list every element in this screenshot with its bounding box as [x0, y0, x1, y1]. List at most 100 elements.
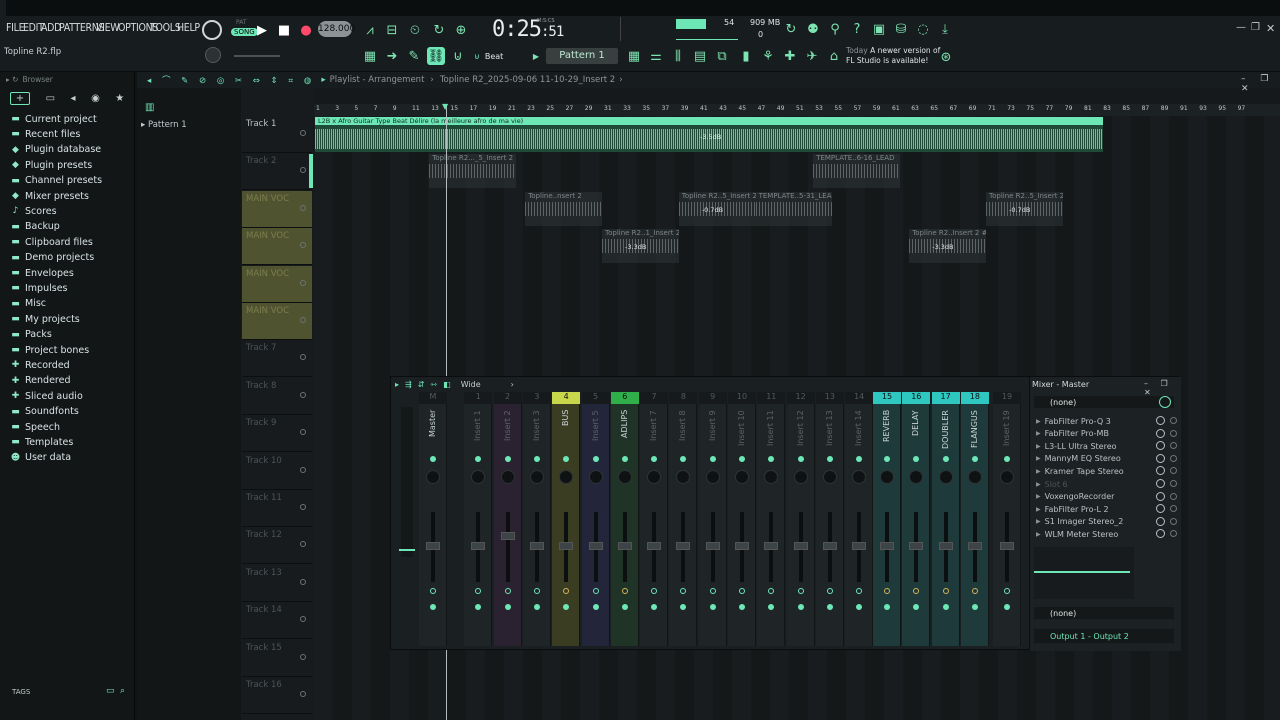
mixer-strip[interactable]: 5 Insert 5 — [581, 392, 610, 646]
pan-knob[interactable] — [500, 470, 515, 484]
pan-knob[interactable] — [647, 470, 662, 484]
link-icon[interactable]: ⛓ — [427, 47, 445, 65]
audio-clip[interactable]: Topline R2..Insert 2 #4 -3.3dB — [909, 229, 986, 264]
route-dot[interactable] — [563, 588, 570, 594]
pattern-picker-icon[interactable]: ▥ — [145, 102, 154, 113]
track-mute-dot[interactable] — [300, 541, 306, 548]
mixer-strip[interactable]: 11 Insert 11 — [757, 392, 786, 646]
browser-item-user-data[interactable]: ☻ User data — [10, 451, 71, 465]
effect-slot[interactable]: ▶ S1 Imager Stereo_2 — [1036, 516, 1176, 528]
pan-knob[interactable] — [426, 470, 440, 484]
play-button[interactable]: ▶ — [254, 22, 270, 38]
pattern-picker-item[interactable]: ▸ Pattern 1 — [141, 120, 187, 130]
mixer-strip-led[interactable] — [942, 456, 949, 462]
slot-mix-knob[interactable] — [1156, 491, 1165, 501]
slot-enable-led[interactable] — [1170, 417, 1177, 424]
piano-roll-icon[interactable]: ⚌ — [648, 48, 664, 64]
timeline-ruler[interactable]: 1 3 5 7 9 11 13 15 17 19 21 23 25 27 29 31 33 35 37 39 41 43 4… — [314, 104, 1280, 116]
effect-slot[interactable]: ▶ Kramer Tape Stereo — [1036, 465, 1176, 477]
browser-files-tab-icon[interactable]: ▭ — [46, 93, 55, 104]
slot-mix-knob[interactable] — [1156, 479, 1165, 488]
mixer-strip[interactable]: 9 Insert 9 — [698, 392, 727, 646]
audio-clip[interactable]: TEMPLATE..6-16_LEAD — [813, 154, 900, 189]
route-dot[interactable] — [739, 588, 745, 594]
send-dot[interactable] — [621, 604, 628, 610]
route-dot[interactable] — [592, 588, 599, 594]
pat-song-toggle[interactable] — [202, 20, 222, 40]
browser-item-my-projects[interactable]: ▬ My projects — [10, 312, 80, 326]
restore-button[interactable]: ❐ — [1251, 22, 1260, 33]
route-dot[interactable] — [621, 588, 628, 594]
browser-item-recorded[interactable]: ✚ Recorded — [10, 358, 70, 372]
mixer-strip[interactable]: 18 FLANGUS — [960, 392, 989, 646]
browser-item-rendered[interactable]: ✚ Rendered — [10, 374, 71, 388]
track-header[interactable]: Track 13 — [242, 565, 312, 602]
download-icon[interactable]: ⤓ — [937, 21, 953, 37]
volume-fader-handle[interactable] — [764, 542, 779, 550]
volume-fader-handle[interactable] — [529, 542, 544, 550]
channel-rack-icon[interactable]: ▦ — [626, 48, 642, 64]
send-dot[interactable] — [971, 604, 978, 610]
mixer-strip[interactable]: 2 Insert 2 — [493, 392, 522, 646]
browser-item-scores[interactable]: ♪ Scores — [10, 204, 57, 218]
send-dot[interactable] — [533, 604, 540, 610]
stereo-arrow-icon[interactable]: › — [511, 380, 514, 389]
menu-view[interactable]: VIEW — [96, 22, 120, 34]
track-header[interactable]: MAIN VOC — [242, 265, 312, 303]
playlist-file-arrow-icon[interactable]: › — [619, 75, 622, 85]
volume-fader-handle[interactable] — [471, 542, 486, 550]
send-dot[interactable] — [913, 604, 920, 610]
route-dot[interactable] — [797, 588, 804, 594]
track-mute-dot[interactable] — [300, 616, 306, 623]
master-volume-knob[interactable] — [205, 47, 221, 63]
touch-icon[interactable]: ⚘ — [760, 48, 776, 64]
playlist-arrow-icon[interactable]: ▸ — [321, 75, 325, 85]
volume-fader-handle[interactable] — [938, 542, 953, 550]
track-mute-dot[interactable] — [300, 578, 306, 585]
mixer-strip[interactable]: 3 Insert 3 — [522, 392, 551, 646]
send-dot[interactable] — [739, 604, 745, 610]
pan-knob[interactable] — [676, 470, 691, 484]
mixer-strip-led[interactable] — [884, 456, 890, 462]
send-dot[interactable] — [797, 604, 804, 610]
route-dot[interactable] — [826, 588, 833, 594]
refresh-icon[interactable]: ↻ — [783, 21, 799, 37]
minimize-button[interactable]: — — [1236, 22, 1246, 33]
browser-item-impulses[interactable]: ▬ Impulses — [10, 281, 67, 295]
slot-enable-led[interactable] — [1170, 517, 1177, 525]
slot-mix-knob[interactable] — [1156, 516, 1165, 526]
effect-slot[interactable]: ▶ Slot 6 — [1036, 478, 1176, 490]
route-dot[interactable] — [1004, 588, 1010, 594]
mixer-strip[interactable]: 14 Insert 14 — [845, 392, 874, 646]
track-header[interactable]: Track 11 — [242, 490, 312, 527]
track-header[interactable]: Track 12 — [242, 527, 312, 565]
mixer-strip[interactable]: 8 Insert 8 — [669, 392, 698, 646]
mixer-strip-led[interactable] — [826, 456, 833, 462]
send-dot[interactable] — [563, 604, 570, 610]
volume-fader-handle[interactable] — [500, 532, 515, 540]
audio-icon[interactable]: ⧉ — [714, 48, 730, 64]
mixer-strip-led[interactable] — [709, 456, 716, 462]
route-dot[interactable] — [856, 588, 863, 594]
pan-knob[interactable] — [529, 470, 544, 484]
track-header[interactable]: Track 8 — [242, 378, 312, 415]
pan-knob[interactable] — [1000, 470, 1014, 484]
browser-item-clipboard-files[interactable]: ▬ Clipboard files — [10, 235, 93, 249]
track-mute-dot[interactable] — [300, 204, 306, 211]
mixer-strip[interactable]: 15 REVERB — [873, 392, 901, 646]
track-header[interactable]: Track 1 — [242, 116, 312, 153]
step-edit-icon[interactable]: ➜ — [384, 48, 400, 64]
output-selector[interactable]: Output 1 - Output 2 — [1034, 629, 1174, 643]
effect-slot[interactable]: ▶ VoxengoRecorder — [1036, 491, 1176, 503]
browser-speaker-tab-icon[interactable]: ◂ — [71, 93, 76, 104]
tags-folder-icon[interactable]: ▭ — [106, 686, 115, 696]
loop-record-icon[interactable]: ↻ — [430, 22, 448, 38]
tempo-display[interactable]: 128.000 — [318, 21, 355, 37]
track-mute-dot[interactable] — [300, 653, 306, 660]
save-icon[interactable]: ▣ — [871, 21, 887, 37]
volume-fader-handle[interactable] — [1000, 542, 1014, 550]
slot-mix-knob[interactable] — [1156, 453, 1165, 463]
route-dot[interactable] — [504, 588, 511, 594]
menu-tools[interactable]: TOOLS — [150, 22, 181, 34]
shop-icon[interactable]: ⌂ — [826, 48, 842, 64]
